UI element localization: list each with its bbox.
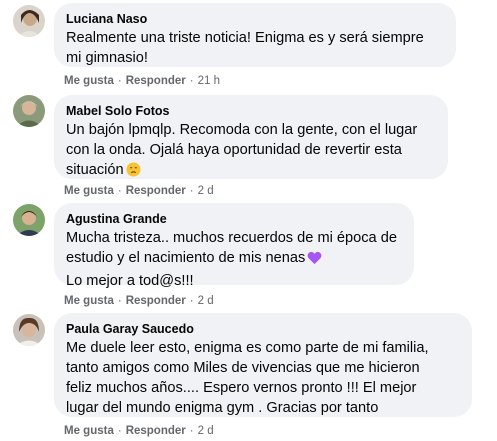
like-button[interactable]: Me gusta [64, 295, 114, 307]
comment-timestamp[interactable]: 2 d [198, 295, 214, 307]
comment: Paula Garay Saucedo Me duele leer esto, … [0, 310, 497, 441]
reply-button[interactable]: Responder [126, 75, 186, 87]
comment-text: Un bajón lpmqlp. Recomoda con la gente, … [66, 120, 436, 183]
comment-text-line: Lo mejor a tod@s!!! [66, 273, 194, 289]
comment-author[interactable]: Luciana Naso [66, 11, 444, 27]
comment-author[interactable]: Agustina Grande [66, 211, 402, 227]
avatar[interactable] [13, 5, 45, 37]
separator: · [189, 75, 194, 87]
avatar[interactable] [13, 204, 45, 236]
comment-timestamp[interactable]: 2 d [198, 185, 214, 197]
separator: · [117, 425, 122, 437]
comment-bubble: Luciana Naso Realmente una triste notici… [54, 3, 456, 67]
separator: · [189, 425, 194, 437]
disappointed-face-icon [126, 162, 141, 183]
like-button[interactable]: Me gusta [64, 185, 114, 197]
comment: Mabel Solo Fotos Un bajón lpmqlp. Recomo… [0, 92, 497, 200]
separator: · [117, 185, 122, 197]
comment-text: Mucha tristeza.. muchos recuerdos de mi … [66, 228, 402, 291]
separator: · [117, 295, 122, 307]
reply-button[interactable]: Responder [126, 425, 186, 437]
separator: · [189, 295, 194, 307]
like-button[interactable]: Me gusta [64, 425, 114, 437]
avatar[interactable] [13, 95, 45, 127]
comment: Agustina Grande Mucha tristeza.. muchos … [0, 200, 497, 310]
comment-bubble: Agustina Grande Mucha tristeza.. muchos … [54, 203, 414, 289]
comment-author[interactable]: Mabel Solo Fotos [66, 103, 436, 119]
comment-timestamp[interactable]: 21 h [198, 75, 220, 87]
comment-author[interactable]: Paula Garay Saucedo [66, 321, 460, 337]
reply-button[interactable]: Responder [126, 295, 186, 307]
comment-text: Me duele leer esto, enigma es como parte… [66, 340, 429, 416]
like-button[interactable]: Me gusta [64, 75, 114, 87]
comment-actions: Me gusta · Responder · 2 d [64, 184, 214, 198]
separator: · [189, 185, 194, 197]
avatar[interactable] [13, 314, 45, 346]
comment-actions: Me gusta · Responder · 2 d [64, 294, 214, 308]
comment-bubble: Paula Garay Saucedo Me duele leer esto, … [54, 313, 472, 417]
comment-actions: Me gusta · Responder · 21 h [64, 74, 220, 88]
comment-text: Realmente una triste noticia! Enigma es … [66, 30, 424, 66]
comment-text-body: Un bajón lpmqlp. Recomoda con la gente, … [66, 122, 418, 178]
separator: · [117, 75, 122, 87]
comment-actions: Me gusta · Responder · 2 d [64, 424, 214, 438]
comment-bubble: Mabel Solo Fotos Un bajón lpmqlp. Recomo… [54, 95, 448, 179]
comment-timestamp[interactable]: 2 d [198, 425, 214, 437]
purple-heart-icon [307, 251, 322, 271]
comment: Luciana Naso Realmente una triste notici… [0, 0, 497, 92]
comment-text-body: Mucha tristeza.. muchos recuerdos de mi … [66, 230, 397, 266]
reply-button[interactable]: Responder [126, 185, 186, 197]
